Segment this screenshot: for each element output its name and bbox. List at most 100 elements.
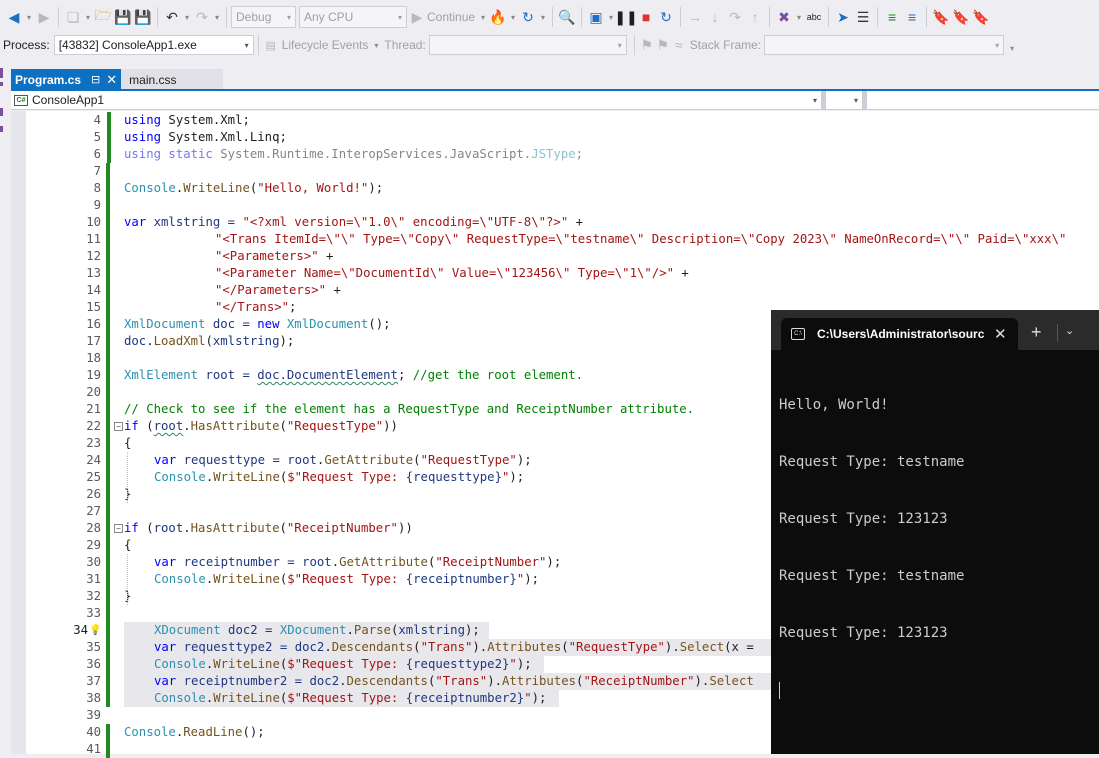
code-line[interactable]: 13 "<Parameter Name=\"DocumentId\" Value=… bbox=[11, 265, 1099, 282]
close-icon[interactable]: ✕ bbox=[106, 72, 117, 88]
select-element-icon[interactable]: ➤ bbox=[833, 6, 853, 28]
open-folder-icon[interactable]: 🗁 bbox=[93, 6, 113, 28]
code-text: XmlElement root = doc.DocumentElement; /… bbox=[124, 367, 583, 384]
toolbar-separator bbox=[226, 7, 227, 27]
application-insights-icon[interactable]: ▣ bbox=[586, 6, 606, 28]
hot-reload-dropdown[interactable]: ▾ bbox=[508, 13, 518, 22]
restart-icon[interactable]: ↻ bbox=[518, 6, 538, 28]
line-number: 38 bbox=[86, 691, 101, 705]
close-icon[interactable]: ✕ bbox=[994, 325, 1007, 343]
terminal-window[interactable]: C:\ C:\Users\Administrator\source ✕ + ⌄ … bbox=[771, 310, 1099, 754]
collapse-icon[interactable]: − bbox=[114, 524, 123, 533]
track-changes-icon[interactable]: ☰ bbox=[853, 6, 873, 28]
new-project-icon[interactable]: ❏ bbox=[63, 6, 83, 28]
pin-icon[interactable]: ⊟ bbox=[91, 73, 100, 86]
platform-combo[interactable]: Any CPU ▾ bbox=[299, 6, 407, 28]
type-dropdown[interactable]: ▾ bbox=[826, 91, 862, 109]
data-sources-tab[interactable] bbox=[0, 108, 3, 116]
code-line[interactable]: 14 "</Parameters>" + bbox=[11, 282, 1099, 299]
continue-dropdown[interactable]: ▾ bbox=[478, 13, 488, 22]
find-in-files-icon[interactable]: 🔍 bbox=[557, 6, 577, 28]
code-token: . bbox=[183, 521, 191, 535]
play-icon[interactable]: ▶ bbox=[410, 6, 424, 28]
terminal-tab-title: C:\Users\Administrator\source bbox=[817, 327, 984, 341]
step-over-icon[interactable]: ↷ bbox=[725, 6, 745, 28]
redo-icon[interactable]: ↷ bbox=[192, 6, 212, 28]
tab-main-css[interactable]: main.css bbox=[121, 69, 224, 90]
configuration-combo[interactable]: Debug ▾ bbox=[231, 6, 296, 28]
new-tab-icon[interactable]: + bbox=[1031, 322, 1042, 343]
code-line[interactable]: 7 bbox=[11, 163, 1099, 180]
uncomment-lines-icon[interactable]: ≡ bbox=[902, 6, 922, 28]
code-token: var bbox=[154, 640, 177, 654]
navigate-back-icon[interactable]: ◀ bbox=[4, 6, 24, 28]
collapse-icon[interactable]: − bbox=[114, 422, 123, 431]
toolbox-tab[interactable] bbox=[0, 82, 3, 86]
stop-icon[interactable]: ■ bbox=[636, 6, 656, 28]
terminal-line: Hello, World! bbox=[779, 397, 889, 413]
code-line[interactable]: 4 using System.Xml; bbox=[11, 112, 1099, 129]
lifecycle-events-button[interactable]: Lifecycle Events bbox=[282, 38, 369, 52]
undo-icon[interactable]: ↶ bbox=[162, 6, 182, 28]
code-line[interactable]: 8 Console.WriteLine("Hello, World!"); bbox=[11, 180, 1099, 197]
code-line[interactable]: 9 bbox=[11, 197, 1099, 214]
code-line[interactable]: 10 var xmlstring = "<?xml version=\"1.0\"… bbox=[11, 214, 1099, 231]
navigate-back-dropdown[interactable]: ▾ bbox=[24, 13, 34, 22]
show-threads-in-source-icon[interactable]: ≈ bbox=[671, 34, 687, 56]
next-bookmark-icon[interactable]: 🔖 bbox=[971, 6, 991, 28]
line-number: 33 bbox=[86, 606, 101, 620]
code-line[interactable]: 6 using static System.Runtime.InteropServ… bbox=[11, 146, 1099, 163]
continue-button[interactable]: Continue bbox=[427, 10, 475, 24]
toolbar-overflow[interactable]: ▾ bbox=[1007, 44, 1017, 53]
save-icon[interactable]: 💾 bbox=[113, 6, 133, 28]
step-out-icon[interactable]: ↑ bbox=[745, 6, 765, 28]
line-number: 19 bbox=[86, 368, 101, 382]
chevron-down-icon[interactable]: ⌄ bbox=[1065, 324, 1074, 337]
server-explorer-tab[interactable] bbox=[0, 68, 3, 78]
line-number: 13 bbox=[86, 266, 101, 280]
code-text: if (root.HasAttribute("ReceiptNumber")) bbox=[124, 520, 413, 537]
code-line[interactable]: 5 using System.Xml.Linq; bbox=[11, 129, 1099, 146]
diagnostic-tools-icon[interactable]: ✖ bbox=[774, 6, 794, 28]
flag-thread-icon[interactable]: ⚑ bbox=[639, 34, 655, 56]
save-all-icon[interactable]: 💾 bbox=[133, 6, 153, 28]
code-token: XmlDocument bbox=[124, 317, 206, 331]
code-token: var bbox=[154, 555, 177, 569]
code-line[interactable]: 11 "<Trans ItemId=\"\" Type=\"Copy\" Requ… bbox=[11, 231, 1099, 248]
stack-frame-combo[interactable]: ▾ bbox=[764, 35, 1005, 55]
change-indicator bbox=[107, 129, 111, 146]
restart-debug-icon[interactable]: ↻ bbox=[656, 6, 676, 28]
change-indicator bbox=[106, 452, 110, 469]
lifecycle-events-icon[interactable]: ▤ bbox=[263, 34, 279, 56]
git-changes-tab[interactable] bbox=[0, 126, 3, 132]
project-dropdown[interactable]: C# ConsoleApp1 ▾ bbox=[11, 91, 821, 109]
bookmark-icon[interactable]: 🔖 bbox=[931, 6, 951, 28]
terminal-tab[interactable]: C:\ C:\Users\Administrator\source ✕ bbox=[781, 318, 1018, 350]
lightbulb-icon[interactable]: 💡 bbox=[89, 622, 101, 639]
code-token: "<Parameters>" bbox=[215, 249, 319, 263]
toolbar-overflow[interactable]: ▾ bbox=[794, 13, 804, 22]
tab-program-cs[interactable]: Program.cs ⊟ ✕ bbox=[11, 69, 122, 90]
step-into-icon[interactable]: ↓ bbox=[705, 6, 725, 28]
pause-icon[interactable]: ❚❚ bbox=[614, 6, 637, 28]
code-token: Attributes bbox=[502, 674, 577, 688]
code-line[interactable]: 12 "<Parameters>" + bbox=[11, 248, 1099, 265]
line-number: 11 bbox=[86, 232, 101, 246]
new-project-dropdown[interactable]: ▾ bbox=[83, 13, 93, 22]
comment-lines-icon[interactable]: ≡ bbox=[882, 6, 902, 28]
toolbar-separator bbox=[926, 7, 928, 27]
hot-reload-icon[interactable]: 🔥 bbox=[488, 6, 508, 28]
thread-combo[interactable]: ▾ bbox=[428, 35, 627, 55]
redo-dropdown[interactable]: ▾ bbox=[212, 13, 222, 22]
restart-dropdown[interactable]: ▾ bbox=[538, 13, 548, 22]
chevron-down-icon: ▾ bbox=[397, 12, 402, 22]
show-flagged-threads-icon[interactable]: ⚑ bbox=[655, 34, 671, 56]
spell-check-icon[interactable]: abc bbox=[804, 6, 824, 28]
process-combo[interactable]: [43832] ConsoleApp1.exe ▾ bbox=[53, 35, 254, 55]
previous-bookmark-icon[interactable]: 🔖 bbox=[951, 6, 971, 28]
show-next-statement-icon[interactable]: → bbox=[685, 6, 705, 28]
navigate-forward-icon[interactable]: ▶ bbox=[34, 6, 54, 28]
undo-dropdown[interactable]: ▾ bbox=[182, 13, 192, 22]
lifecycle-events-dropdown[interactable]: ▾ bbox=[371, 41, 381, 50]
member-dropdown[interactable] bbox=[867, 91, 1097, 109]
